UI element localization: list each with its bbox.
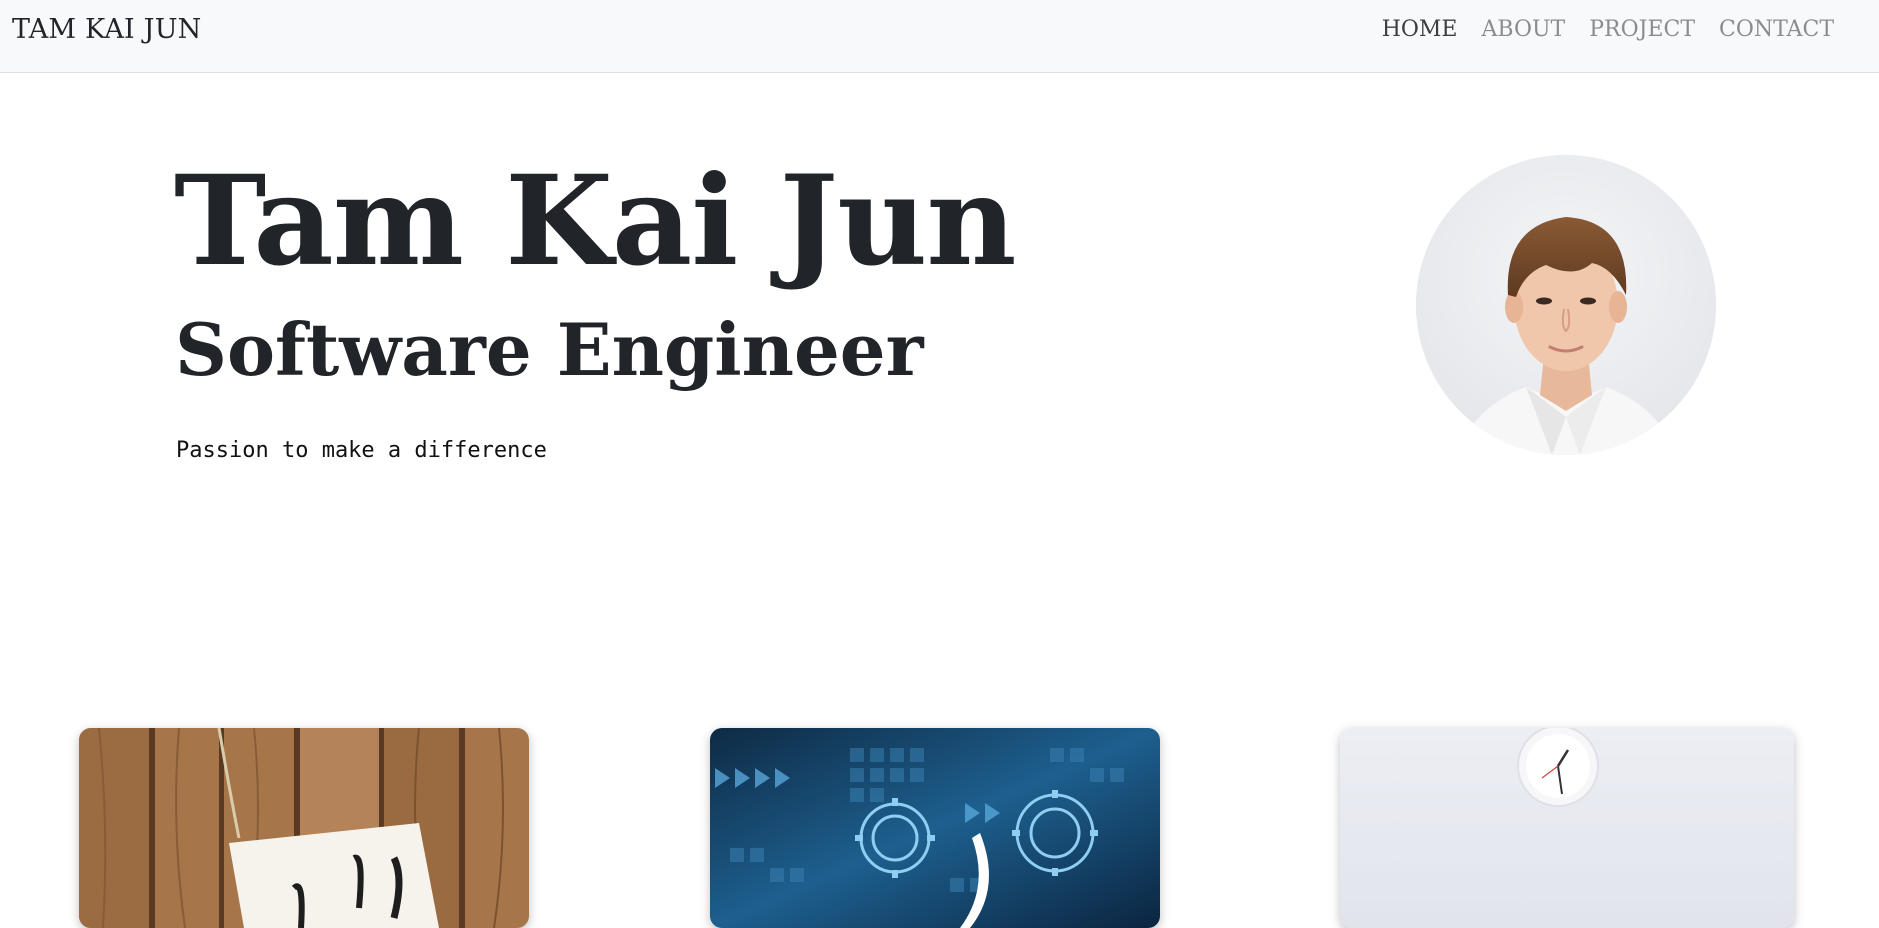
nav-menu: HOME ABOUT PROJECT CONTACT xyxy=(1370,16,1846,44)
profile-avatar xyxy=(1416,155,1716,455)
hero-name-heading: Tam Kai Jun xyxy=(174,149,1016,294)
blue-technology-gears-image xyxy=(710,728,1160,928)
nav-item-home[interactable]: HOME xyxy=(1370,16,1470,44)
top-navbar: TAM KAI JUN HOME ABOUT PROJECT CONTACT xyxy=(0,0,1879,73)
hero-tagline: Passion to make a difference xyxy=(176,438,547,463)
project-card-3[interactable] xyxy=(1340,728,1794,928)
project-card-2[interactable] xyxy=(710,728,1160,928)
wooden-board-with-note-image xyxy=(79,728,529,928)
project-card-1[interactable] xyxy=(79,728,529,928)
nav-item-project[interactable]: PROJECT xyxy=(1577,16,1707,44)
white-wall-clock-image xyxy=(1340,728,1794,928)
nav-item-about[interactable]: ABOUT xyxy=(1470,16,1578,44)
hero-role-subheading: Software Engineer xyxy=(175,307,924,392)
nav-item-contact[interactable]: CONTACT xyxy=(1707,16,1846,44)
brand-link[interactable]: TAM KAI JUN xyxy=(12,14,202,45)
